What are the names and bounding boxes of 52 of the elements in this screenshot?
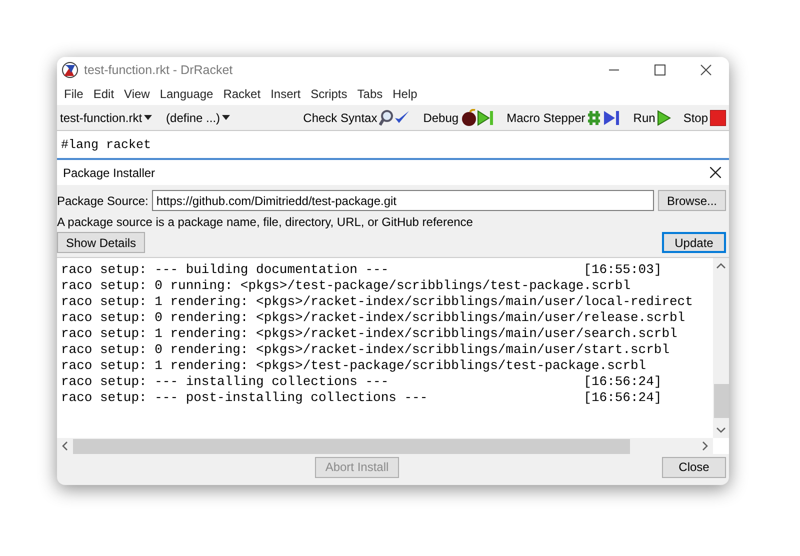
update-button[interactable]: Update bbox=[662, 232, 726, 253]
horizontal-scrollbar[interactable] bbox=[57, 438, 713, 454]
caret-icon bbox=[222, 115, 230, 120]
hash-play-icon bbox=[587, 108, 622, 126]
bomb-play-icon bbox=[460, 108, 495, 126]
show-details-button[interactable]: Show Details bbox=[57, 232, 146, 253]
field-label: Package Source: bbox=[57, 194, 148, 208]
scrollbar-thumb[interactable] bbox=[714, 384, 728, 418]
toolbar-button[interactable]: Debug bbox=[420, 106, 498, 128]
code-editor[interactable]: #lang racket bbox=[57, 131, 729, 160]
hint-text: A package source is a package name, file, directory, URL, or GitHub reference bbox=[57, 215, 474, 229]
menu-item[interactable]: File bbox=[59, 87, 88, 101]
log-line: raco setup: 1 rendering: <pkgs>/test-package/scribblings/test-package.scrbl bbox=[61, 358, 648, 374]
stop-icon bbox=[710, 110, 726, 126]
toolbar-button[interactable]: Check Syntax bbox=[300, 106, 414, 128]
toolbar-button[interactable]: Stop bbox=[680, 106, 729, 128]
menu-item[interactable]: View bbox=[119, 87, 155, 101]
code-line: #lang racket bbox=[61, 138, 152, 152]
log-line: raco setup: 1 rendering: <pkgs>/racket-index/scribblings/main/user/local-redirect bbox=[61, 294, 694, 310]
menu-item[interactable]: Help bbox=[388, 87, 422, 101]
scrollbar-thumb[interactable] bbox=[73, 438, 630, 454]
log-line: raco setup: 0 rendering: <pkgs>/racket-index/scribblings/main/user/start.scrbl bbox=[61, 342, 670, 358]
log-line: raco setup: --- building documentation --- bbox=[61, 262, 390, 278]
log-line: raco setup: 1 rendering: <pkgs>/racket-index/scribblings/main/user/search.scrbl bbox=[61, 326, 678, 342]
log-line: raco setup: --- post-installing collections --- bbox=[61, 390, 429, 406]
menu-item[interactable]: Edit bbox=[88, 87, 120, 101]
timestamp: [16:55:03] bbox=[584, 262, 663, 278]
package-source-field[interactable]: https://github.com/Dimitriedd/test-package.git bbox=[152, 190, 654, 211]
menu-item[interactable]: Language bbox=[154, 87, 218, 101]
browse-button[interactable]: Browse... bbox=[658, 190, 726, 211]
panel-title: Package Installer bbox=[63, 166, 156, 180]
menu-item[interactable]: Tabs bbox=[352, 87, 388, 101]
log-line: raco setup: 0 rendering: <pkgs>/racket-index/scribblings/main/user/release.scrbl bbox=[61, 310, 686, 326]
caret-icon bbox=[144, 115, 152, 120]
timestamp: [16:56:24] bbox=[584, 390, 663, 406]
menu-item[interactable]: Scripts bbox=[306, 87, 352, 101]
toolbar-button[interactable]: Run bbox=[630, 106, 674, 128]
close-icon[interactable] bbox=[710, 167, 721, 178]
play-icon bbox=[657, 108, 672, 126]
file-dropdown[interactable]: test-function.rkt bbox=[60, 110, 152, 124]
log-line: raco setup: 0 running: <pkgs>/test-package/scribblings/test-package.scrbl bbox=[61, 278, 632, 294]
window-title: test-function.rkt - DrRacket bbox=[84, 63, 234, 77]
menu-item[interactable]: Insert bbox=[266, 87, 306, 101]
timestamp: [16:56:24] bbox=[584, 374, 663, 390]
log-line: raco setup: --- installing collections --- bbox=[61, 374, 390, 390]
toolbar-button[interactable]: Macro Stepper bbox=[504, 106, 624, 128]
menu-item[interactable]: Racket bbox=[218, 87, 266, 101]
definitions-dropdown[interactable]: (define ...) bbox=[166, 110, 230, 124]
close-button[interactable]: Close bbox=[662, 456, 726, 478]
vertical-scrollbar[interactable] bbox=[713, 258, 729, 438]
magnifier-check-icon bbox=[379, 108, 412, 126]
app-logo-icon bbox=[62, 62, 78, 78]
